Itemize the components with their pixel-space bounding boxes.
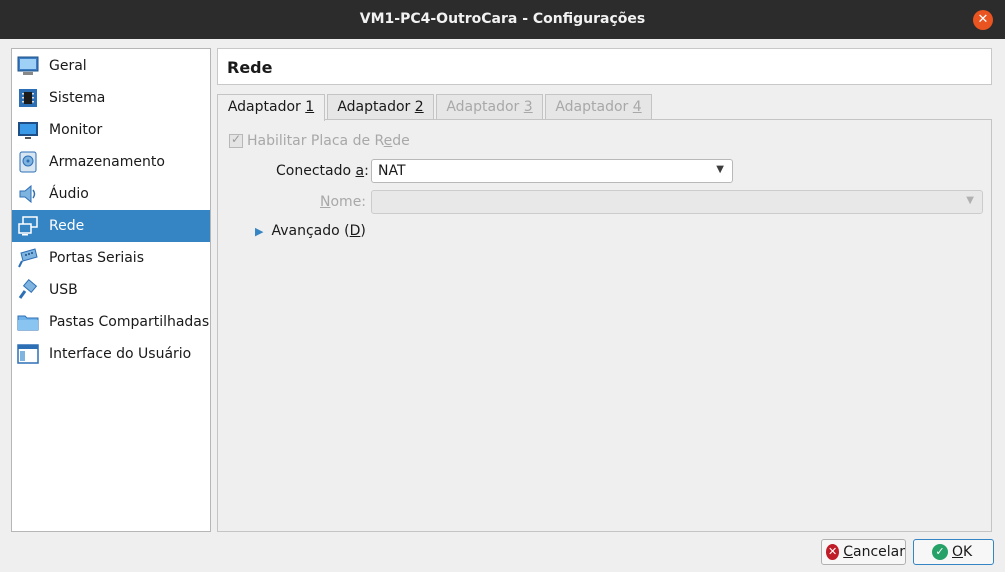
enable-adapter-row: Habilitar Placa de Rede [229,132,410,149]
tab-label: Adaptador [446,99,524,115]
sidebar-item-rede[interactable]: Rede [12,210,210,242]
disk-icon [17,151,39,173]
tab-shortcut: 4 [632,99,642,115]
general-monitor-icon [17,55,39,77]
close-button[interactable]: ✕ [973,10,993,30]
title-bar: VM1-PC4-OutroCara - Configurações ✕ [0,0,1005,39]
sidebar-item-label: USB [49,282,78,298]
settings-sidebar: Geral Sistema Monitor Armazenamento Áudi… [11,48,211,532]
enable-adapter-checkbox[interactable] [229,132,243,148]
page-header: Rede [217,48,992,85]
cancel-label: Cancelar [843,544,905,560]
ok-label: OK [952,544,973,560]
tab-label: Adaptador [555,99,633,115]
ok-check-icon: ✓ [932,544,948,560]
sidebar-item-label: Monitor [49,122,103,138]
attached-to-label: Conectado a: [276,163,369,179]
tab-shortcut: 3 [523,99,533,115]
chevron-down-icon: ▼ [966,195,974,206]
sidebar-item-monitor[interactable]: Monitor [12,114,210,146]
sidebar-item-label: Pastas Compartilhadas [49,314,210,330]
sidebar-item-portas-seriais[interactable]: Portas Seriais [12,242,210,274]
cancel-icon: ✕ [826,544,840,560]
page-title: Rede [227,58,273,77]
expand-triangle-icon: ▶ [255,224,264,238]
network-icon [17,215,39,237]
tab-shortcut: 2 [414,99,424,115]
tab-shortcut: 1 [305,99,315,115]
sidebar-item-label: Sistema [49,90,106,106]
sidebar-item-label: Áudio [49,186,89,202]
name-select[interactable]: ▼ [371,190,983,214]
speaker-icon [17,183,39,205]
attached-to-select[interactable]: NAT ▼ [371,159,733,183]
name-label: Nome: [320,194,367,210]
sidebar-item-geral[interactable]: Geral [12,50,210,82]
ok-button[interactable]: ✓ OK [913,539,994,565]
usb-icon [17,279,39,301]
attached-to-value: NAT [378,163,406,179]
enable-adapter-label: Habilitar Placa de Rede [247,133,410,149]
sidebar-item-interface-do-usuario[interactable]: Interface do Usuário [12,338,210,370]
cancel-button[interactable]: ✕ Cancelar [821,539,906,565]
serial-port-icon [17,247,39,269]
advanced-label: Avançado (D) [271,223,366,239]
display-icon [17,119,39,141]
sidebar-item-armazenamento[interactable]: Armazenamento [12,146,210,178]
sidebar-item-label: Armazenamento [49,154,165,170]
sidebar-item-pastas-compartilhadas[interactable]: Pastas Compartilhadas [12,306,210,338]
tab-label: Adaptador [227,99,306,115]
chevron-down-icon: ▼ [716,164,724,175]
advanced-expander[interactable]: ▶ Avançado (D) [255,223,366,239]
sidebar-item-sistema[interactable]: Sistema [12,82,210,114]
tab-adaptador-3[interactable]: Adaptador 3 [436,94,543,120]
sidebar-item-label: Rede [49,218,85,234]
window-title: VM1-PC4-OutroCara - Configurações [359,11,646,27]
sidebar-item-label: Interface do Usuário [49,346,192,362]
sidebar-item-label: Geral [49,58,87,74]
tab-adaptador-2[interactable]: Adaptador 2 [327,94,434,120]
tab-label: Adaptador [337,99,415,115]
sidebar-item-label: Portas Seriais [49,250,144,266]
sidebar-item-audio[interactable]: Áudio [12,178,210,210]
chip-icon [17,87,39,109]
tab-adaptador-4[interactable]: Adaptador 4 [545,94,652,120]
user-interface-icon [17,343,39,365]
shared-folder-icon [17,311,39,333]
tab-adaptador-1[interactable]: Adaptador 1 [217,94,325,121]
sidebar-item-usb[interactable]: USB [12,274,210,306]
